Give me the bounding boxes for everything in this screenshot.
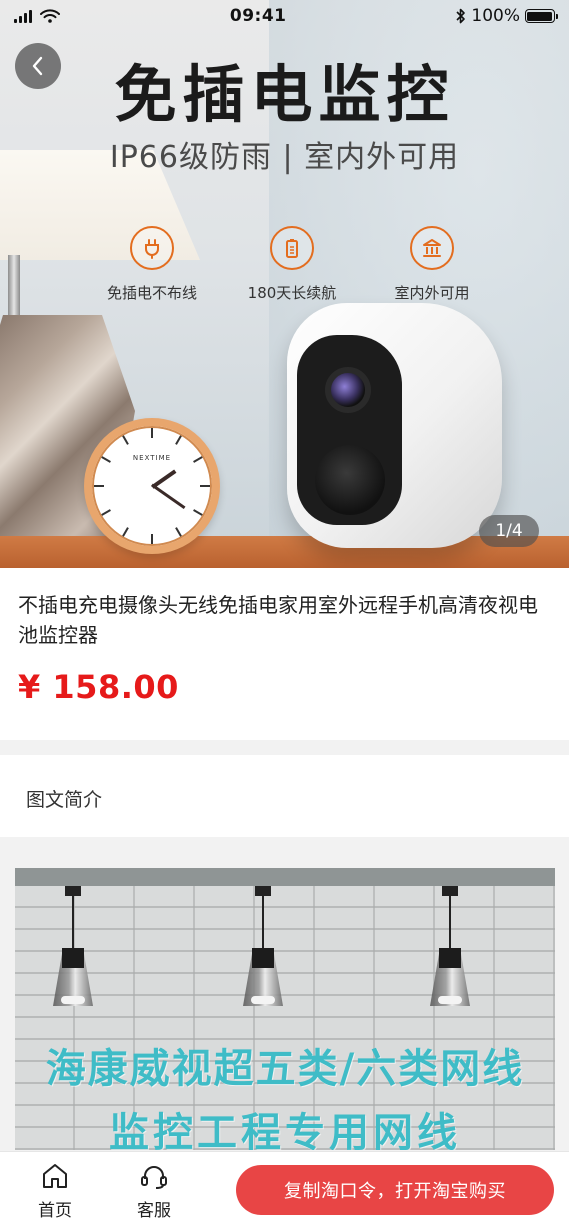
product-title: 不插电充电摄像头无线免插电家用室外远程手机高清夜视电池监控器: [18, 593, 538, 647]
detail-image: 海康威视超五类/六类网线 监控工程专用网线: [15, 868, 555, 1150]
security-camera: [287, 303, 502, 548]
home-icon: [43, 1164, 67, 1188]
bluetooth-icon: [456, 8, 466, 24]
wall-clock: NEXTIME: [84, 418, 220, 554]
feature-item: 180天长续航: [222, 226, 362, 303]
product-price: ¥ 158.00: [18, 668, 179, 706]
section-title: 图文简介: [26, 789, 103, 811]
copy-taobao-code-button[interactable]: 复制淘口令，打开淘宝购买: [236, 1165, 554, 1215]
detail-subheadline: 监控工程专用网线: [109, 1110, 461, 1150]
chevron-left-icon: [32, 56, 43, 76]
detail-headline: 海康威视超五类/六类网线: [45, 1046, 525, 1092]
clock-brand: NEXTIME: [132, 454, 172, 462]
camera-face: [297, 335, 402, 525]
status-left: [14, 9, 60, 23]
camera-pir-sensor: [315, 445, 385, 515]
page-indicator: 1/4: [479, 515, 539, 547]
signal-icon: [14, 9, 32, 23]
lamp-stem: [8, 255, 20, 320]
home-label: 首页: [38, 1201, 72, 1221]
ceiling: [15, 868, 555, 886]
status-time: 09:41: [229, 6, 287, 26]
bottom-action-bar: 首页 客服 复制淘口令，打开淘宝购买: [0, 1151, 569, 1231]
hero-subtitle: IP66级防雨 | 室内外可用: [109, 140, 460, 175]
battery-percent: 100%: [471, 6, 520, 26]
camera-lens: [325, 367, 371, 413]
back-button[interactable]: [15, 43, 61, 89]
status-bar: 09:41 100%: [0, 0, 569, 32]
feature-label: 室内外可用: [394, 284, 470, 302]
hero-title: 免插电监控: [114, 58, 455, 131]
feature-label: 免插电不布线: [106, 284, 197, 302]
section-header: 图文简介: [0, 755, 569, 837]
wifi-icon: [40, 9, 60, 23]
customer-service-button[interactable]: 客服: [124, 1162, 184, 1221]
battery-icon: [270, 226, 314, 270]
status-right: 100%: [456, 6, 558, 26]
headset-icon: [141, 1166, 167, 1189]
product-image-carousel[interactable]: NEXTIME 免插电监控 IP66级防雨 | 室内外可用 免插电不布线 180…: [0, 0, 569, 568]
feature-item: 室内外可用: [362, 226, 502, 303]
clock-minute-hand: [151, 483, 186, 510]
feature-list: 免插电不布线 180天长续航 室内外可用: [82, 226, 502, 303]
feature-label: 180天长续航: [247, 284, 337, 302]
service-label: 客服: [137, 1201, 171, 1221]
battery-icon: [524, 9, 558, 23]
building-icon: [410, 226, 454, 270]
plug-icon: [130, 226, 174, 270]
product-info: 不插电充电摄像头无线免插电家用室外远程手机高清夜视电池监控器 ¥ 158.00: [0, 568, 569, 740]
feature-item: 免插电不布线: [82, 226, 222, 303]
home-nav-button[interactable]: 首页: [25, 1162, 85, 1221]
